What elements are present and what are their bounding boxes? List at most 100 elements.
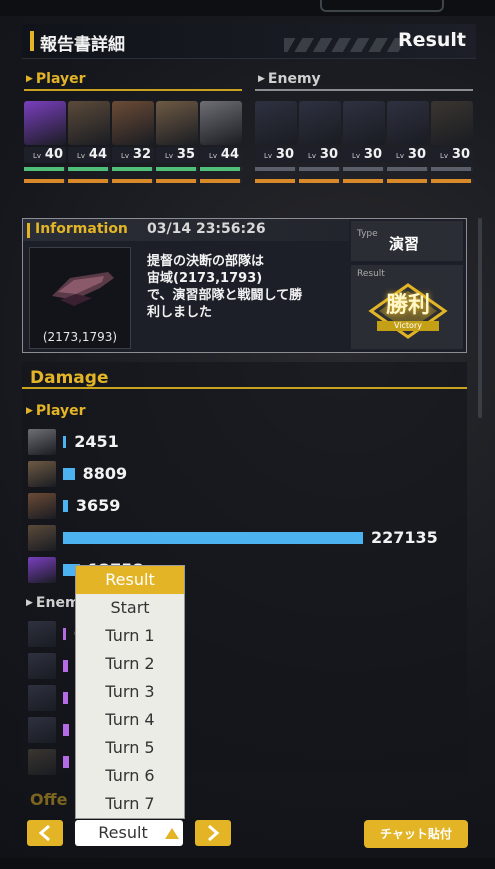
enemy-energy-bar [431,179,473,183]
energy-bar-fill [24,179,64,183]
triangle-icon: ▶ [258,74,265,84]
turn-dropdown-menu[interactable]: Result Start Turn 1 Turn 2 Turn 3 Turn 4 Turn … [75,565,185,819]
dropdown-option[interactable]: Turn 5 [76,734,184,762]
page-title: 報告書詳細 [40,35,125,55]
player-energy-bar [68,179,110,183]
top-frame [0,0,495,16]
next-button[interactable] [195,820,231,846]
player-portrait[interactable] [24,101,66,145]
level-prefix: Lv [396,152,405,160]
player-portrait[interactable] [68,101,110,145]
battle-type-value: 演習 [389,235,420,253]
battle-result-label: Result [357,269,385,279]
chat-paste-button[interactable]: チャット貼付 [364,820,468,848]
level-value: 32 [132,147,151,162]
energy-bar-fill [68,179,108,183]
enemy-energy-bar [255,179,297,183]
player-portrait[interactable] [200,101,242,145]
previous-button[interactable] [27,820,63,846]
level-value: 40 [44,147,63,162]
report-header: 報告書詳細 Result [22,24,476,59]
enemy-hp-bar [299,167,341,171]
scrollbar[interactable] [478,218,482,418]
player-level-box: Lv 35 [156,147,198,163]
header-result-label: Result [398,29,466,51]
level-prefix: Lv [121,152,130,160]
bottom-frame [0,858,495,869]
information-label: Information [35,221,128,237]
energy-bar-fill [200,179,240,183]
dropdown-option[interactable]: Turn 3 [76,678,184,706]
level-value: 44 [220,147,239,162]
player-damage-bar [63,468,75,480]
level-value: 44 [88,147,107,162]
dropdown-option[interactable]: Result [76,566,184,594]
player-energy-bar [112,179,154,183]
enemy-level-box: Lv 30 [431,147,473,163]
player-energy-bar [24,179,66,183]
turn-select[interactable]: Result [75,820,183,846]
level-value: 35 [176,147,195,162]
enemy-damage-portrait [28,621,56,647]
chevron-left-icon [38,825,50,841]
player-team-text: Player [35,71,86,87]
damage-enemy-text: Enem [35,595,80,611]
enemy-portrait[interactable] [343,101,385,145]
player-level-box: Lv 44 [68,147,110,163]
player-damage-bar [63,436,67,448]
player-damage-portrait [28,557,56,583]
hp-bar-fill [255,167,295,171]
battle-type-box: Type 演習 [351,221,463,261]
player-damage-portrait [28,493,56,519]
dropdown-option[interactable]: Turn 4 [76,706,184,734]
dropdown-option[interactable]: Start [76,594,184,622]
energy-bar-fill [299,179,339,183]
enemy-damage-portrait [28,685,56,711]
enemy-portrait[interactable] [299,101,341,145]
player-hp-bar [24,167,66,171]
battle-datetime: 03/14 23:56:26 [147,221,266,237]
enemy-hp-bar [387,167,429,171]
dropdown-option[interactable]: Turn 7 [76,790,184,818]
top-frame-decoration [320,0,444,12]
damage-title: Damage [30,368,109,388]
player-level-box: Lv 44 [200,147,242,163]
level-value: 30 [363,147,382,162]
player-portrait[interactable] [156,101,198,145]
offense-section-label: Offe [30,790,68,809]
header-stripes [284,38,404,52]
caret-up-icon [165,828,179,839]
battle-result-value: 勝利 [385,293,430,318]
enemy-level-box: Lv 30 [299,147,341,163]
level-prefix: Lv [77,152,86,160]
enemy-team-label: ▶ Enemy [258,71,321,87]
level-prefix: Lv [264,152,273,160]
player-portrait[interactable] [112,101,154,145]
location-coordinates: (2173,1793) [42,330,118,344]
player-damage-portrait [28,429,56,455]
player-damage-value: 3659 [75,496,121,515]
enemy-damage-bar [63,628,66,640]
dropdown-option[interactable]: Turn 1 [76,622,184,650]
hp-bar-fill [156,167,196,171]
enemy-hp-bar [343,167,385,171]
enemy-level-box: Lv 30 [255,147,297,163]
enemy-damage-bar [63,724,69,736]
level-prefix: Lv [209,152,218,160]
level-prefix: Lv [33,152,42,160]
dropdown-option[interactable]: Turn 2 [76,650,184,678]
triangle-icon: ▶ [26,74,33,84]
enemy-energy-bar [299,179,341,183]
enemy-portrait[interactable] [431,101,473,145]
player-damage-portrait [28,461,56,487]
energy-bar-fill [343,179,383,183]
level-value: 30 [407,147,426,162]
enemy-damage-bar [63,660,68,672]
level-value: 30 [451,147,470,162]
turn-select-value: Result [98,823,148,842]
enemy-damage-bar [63,692,69,704]
enemy-portrait[interactable] [387,101,429,145]
enemy-portrait[interactable] [255,101,297,145]
level-prefix: Lv [165,152,174,160]
dropdown-option[interactable]: Turn 6 [76,762,184,790]
